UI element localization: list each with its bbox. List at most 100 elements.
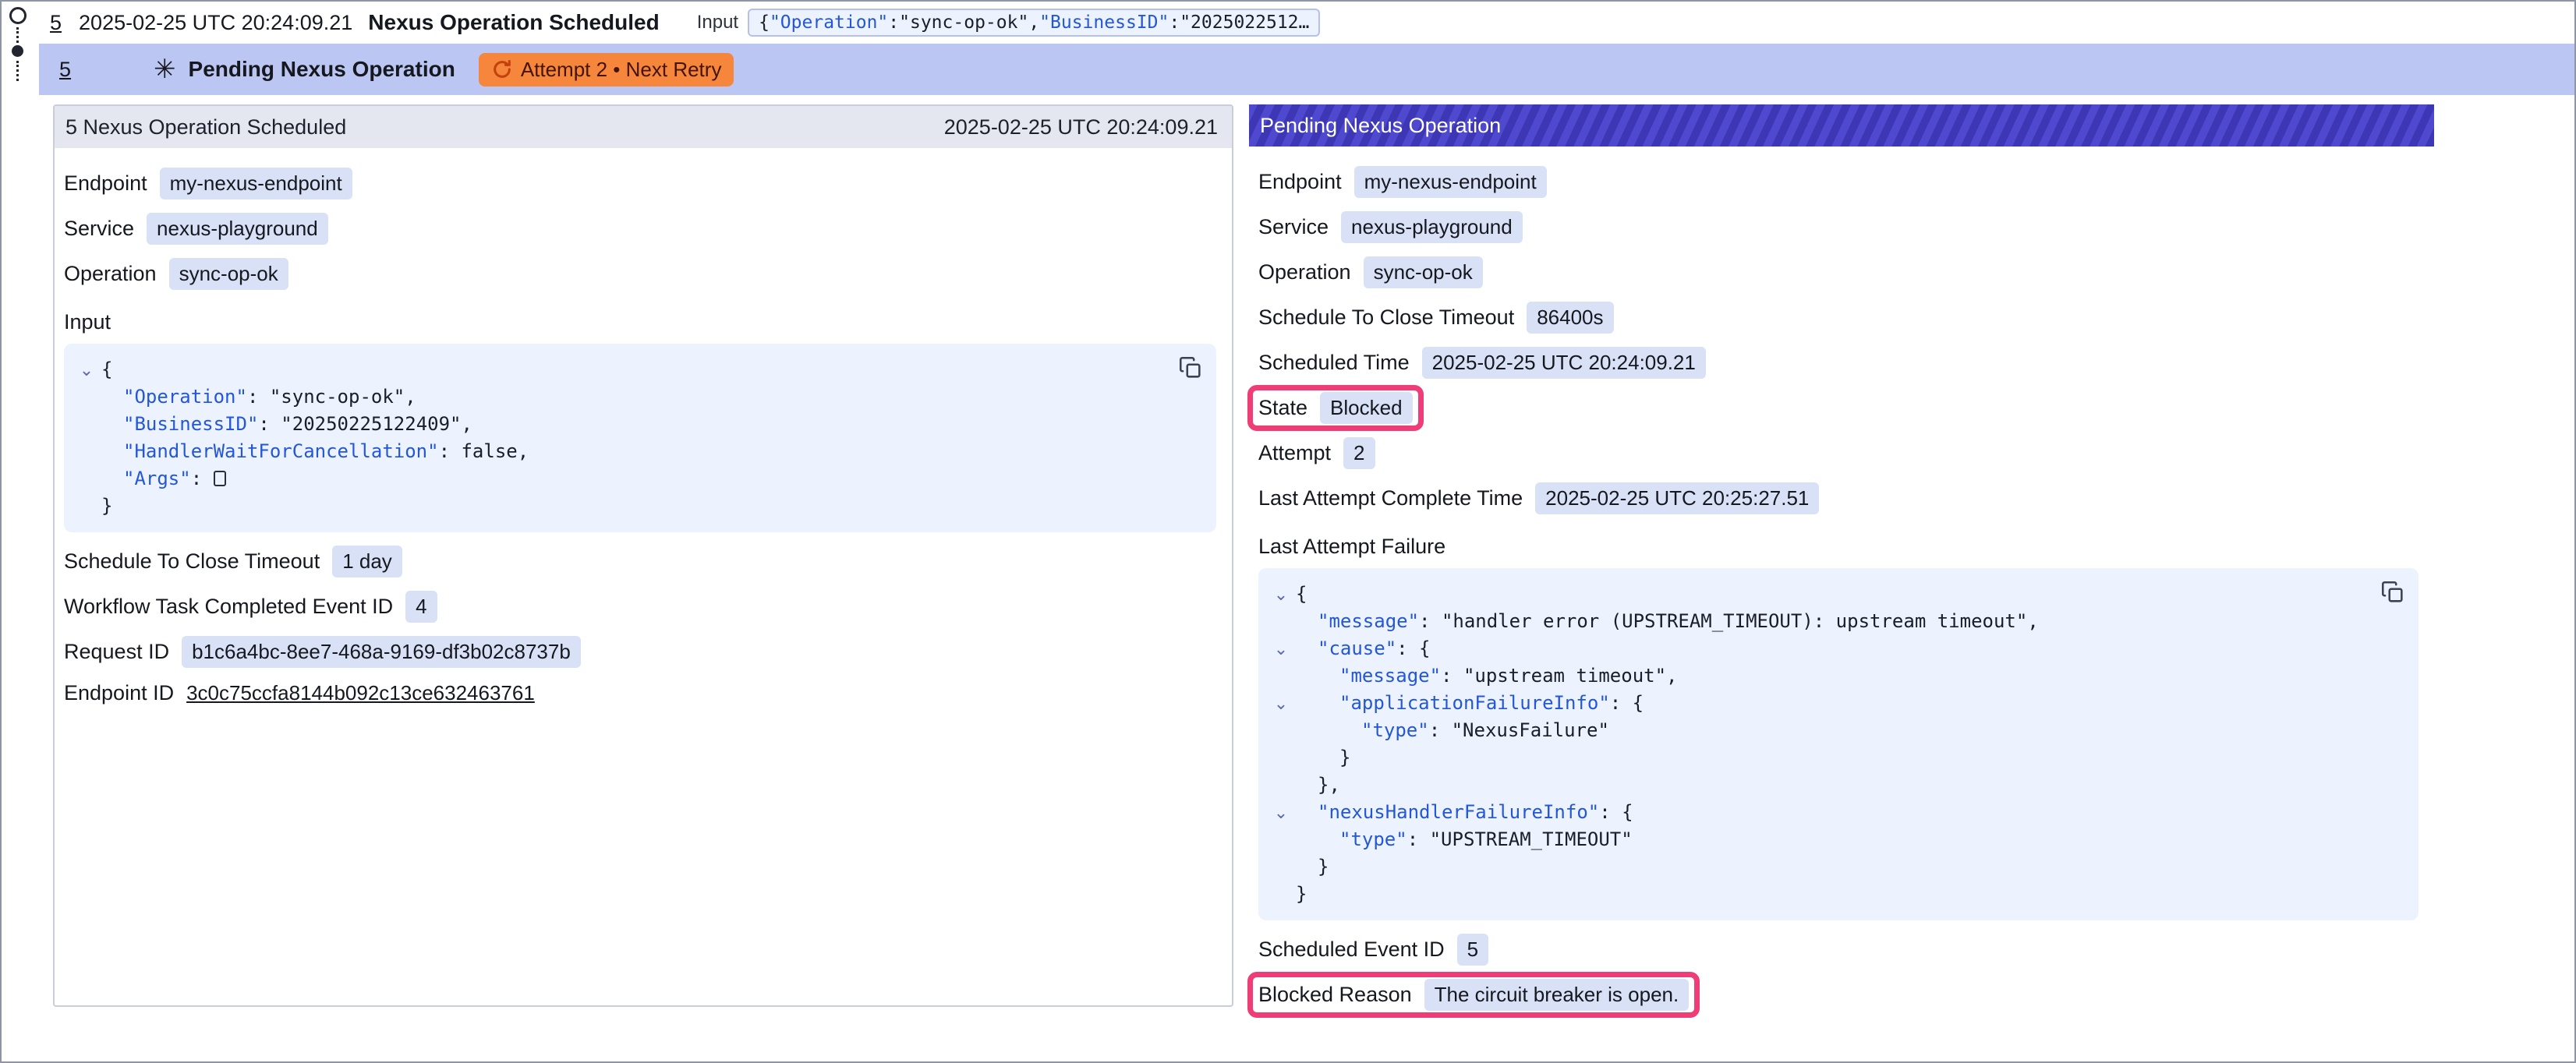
field-label-scheduled-time: Scheduled Time [1258,351,1410,375]
copy-icon[interactable] [2380,579,2406,606]
event-detail-extra-fields: Schedule To Close Timeout 1 day Workflow T… [64,546,1216,705]
json-key: "message" [1339,665,1441,687]
event-timestamp: 2025-02-25 UTC 20:24:09.21 [79,11,352,35]
collapse-chevron-icon[interactable]: ⌄ [1266,581,1296,608]
code-text: "message": "upstream timeout", [1296,662,1678,690]
collapse-chevron-icon[interactable]: ⌄ [1266,635,1296,662]
timeline-node-circle-icon[interactable] [9,7,27,24]
input-json-lines: ⌄{"Operation": "sync-op-ok","BusinessID"… [72,356,1201,520]
timeline-dot-icon[interactable] [12,45,23,57]
event-input-preview-chip[interactable]: {"Operation":"sync-op-ok","BusinessID":"… [748,9,1320,37]
attempt-retry-badge: Attempt 2 • Next Retry [479,53,734,87]
gutter-spacer [1266,772,1296,799]
event-detail-header-title: 5 Nexus Operation Scheduled [65,115,346,139]
field-label-endpoint: Endpoint [1258,170,1342,194]
json-key: "BusinessID" [1039,12,1169,33]
field-value-operation: sync-op-ok [1364,256,1483,288]
event-timeline-strip [2,2,39,1061]
json-key: "applicationFailureInfo" [1339,692,1610,714]
code-line: "type": "NexusFailure" [1266,717,2403,744]
field-label-endpoint: Endpoint [64,171,147,196]
json-text: "upstream timeout", [1463,665,1678,687]
code-line: } [1266,881,2403,908]
gutter-spacer [1266,717,1296,744]
field-value-service: nexus-playground [1341,211,1523,243]
pending-panel-body: Endpoint my-nexus-endpoint Service nexus-pl… [1249,147,2434,1040]
json-text: "NexusFailure" [1452,719,1609,741]
json-key: "type" [1361,719,1429,741]
code-text: } [101,493,112,520]
json-text: "sync-op-ok", [270,386,416,408]
json-text: : [1169,12,1180,33]
field-label-endpoint-id: Endpoint ID [64,681,174,705]
code-text: { [101,356,112,383]
field-label-attempt: Attempt [1258,441,1331,465]
event-id-link[interactable]: 5 [50,11,62,35]
field-row-request-id: Request IDb1c6a4bc-8ee7-468a-9169-df3b02… [64,636,581,668]
event-summary-row[interactable]: 5 2025-02-25 UTC 20:24:09.21 Nexus Opera… [39,2,2574,44]
json-key: "BusinessID" [123,413,258,435]
pending-operation-panel: Pending Nexus Operation Endpoint my-nexus… [1249,104,2434,1040]
code-text: "applicationFailureInfo": { [1296,690,1644,717]
field-value-request-id: b1c6a4bc-8ee7-468a-9169-df3b02c8737b [182,636,581,668]
json-text: : [888,12,899,33]
temporal-event-history-page: 5 2025-02-25 UTC 20:24:09.21 Nexus Opera… [0,0,2576,1063]
field-value-state: Blocked [1320,392,1413,424]
event-history-main: 5 2025-02-25 UTC 20:24:09.21 Nexus Opera… [39,2,2574,1061]
json-text: : [1407,828,1430,850]
copy-icon[interactable] [1177,355,1204,381]
code-line: "message": "handler error (UPSTREAM_TIME… [1266,608,2403,635]
json-text: , [1028,12,1039,33]
code-text: { [1296,581,1307,608]
field-row-scheduled-time: Scheduled Time 2025-02-25 UTC 20:24:09.21 [1258,347,1706,379]
field-value-endpoint: my-nexus-endpoint [1354,166,1547,198]
field-link-endpoint-id[interactable]: 3c0c75ccfa8144b092c13ce632463761 [186,681,535,705]
json-text: false, [461,440,529,462]
code-text: } [1296,881,1307,908]
field-value-scheduled-time: 2025-02-25 UTC 20:24:09.21 [1422,347,1706,379]
pending-row-title: Pending Nexus Operation [189,57,455,82]
code-line: }, [1266,772,2403,799]
json-text: }, [1318,774,1340,796]
pending-nexus-operation-row[interactable]: 5 ✳ Pending Nexus Operation Attempt 2 • … [39,44,2574,95]
field-row-last-attempt-complete-time: Last Attempt Complete Time2025-02-25 UTC… [1258,482,1819,514]
field-label-workflow-task-completed-event-id: Workflow Task Completed Event ID [64,595,393,619]
collapse-chevron-icon[interactable]: ⌄ [1266,799,1296,826]
json-text: } [101,495,112,517]
field-value-workflow-task-completed-event-id: 4 [405,591,437,623]
timeline-dotted-connector [16,27,19,43]
pending-event-id-link[interactable]: 5 [59,58,71,82]
json-text: { [101,358,112,380]
gutter-spacer [72,438,101,465]
attempt-badge-label: Attempt 2 • Next Retry [521,58,722,82]
pending-panel-header: Pending Nexus Operation [1249,104,2434,147]
event-detail-body: Endpointmy-nexus-endpoint Servicenexus-pl… [55,148,1232,734]
field-row-endpoint: Endpointmy-nexus-endpoint [64,168,352,200]
json-key: "Operation" [770,12,888,33]
json-text: : [439,440,462,462]
collapse-chevron-icon[interactable]: ⌄ [72,356,101,383]
code-text: }, [1296,772,1340,799]
code-line: ⌄"nexusHandlerFailureInfo": { [1266,799,2403,826]
code-text: "Args": [101,465,226,493]
field-value-blocked-reason: The circuit breaker is open. [1424,979,1690,1011]
gutter-spacer [1266,608,1296,635]
field-row-service: Servicenexus-playground [64,213,328,245]
json-text: "UPSTREAM_TIMEOUT" [1430,828,1633,850]
json-text: } [1318,856,1329,878]
field-row-blocked-reason: Blocked Reason The circuit breaker is ope… [1258,979,1689,1011]
field-label-blocked-reason: Blocked Reason [1258,983,1412,1007]
field-row-operation: Operationsync-op-ok [64,258,288,290]
field-label-schedule-to-close-timeout: Schedule To Close Timeout [64,549,320,574]
field-label-operation: Operation [64,262,157,286]
code-text: "HandlerWaitForCancellation": false, [101,438,529,465]
code-text: "nexusHandlerFailureInfo": { [1296,799,1633,826]
input-json-viewer: ⌄{"Operation": "sync-op-ok","BusinessID"… [64,344,1216,532]
field-row-schedule-to-close-timeout: Schedule To Close Timeout86400s [1258,302,1614,334]
input-section-label: Input [64,310,1216,334]
collapse-chevron-icon[interactable]: ⌄ [1266,690,1296,717]
gutter-spacer [72,383,101,411]
field-label-service: Service [1258,215,1329,239]
field-value-schedule-to-close-timeout: 1 day [332,546,402,577]
event-detail-header-timestamp: 2025-02-25 UTC 20:24:09.21 [944,115,1218,139]
